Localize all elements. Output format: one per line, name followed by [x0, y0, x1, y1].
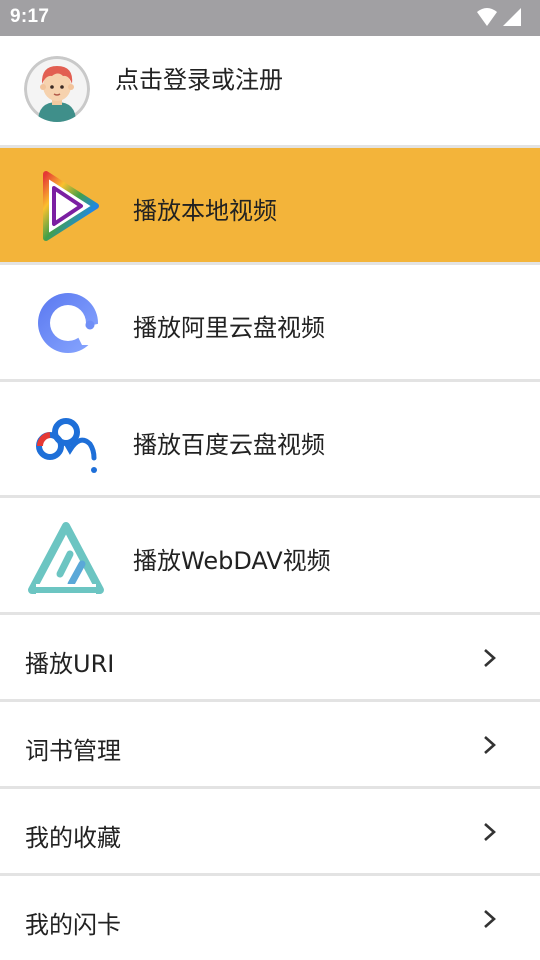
source-label: 播放WebDAV视频 [133, 547, 331, 575]
aliyun-drive-icon [38, 293, 102, 353]
status-time: 9:17 [10, 6, 50, 27]
menu-item-flashcards[interactable]: 我的闪卡 [0, 876, 540, 960]
chevron-right-icon [484, 736, 496, 754]
avatar-boy-icon [24, 56, 90, 122]
login-header[interactable]: 点击登录或注册 [0, 36, 540, 145]
source-baidu-video[interactable]: 播放百度云盘视频 [0, 382, 540, 496]
source-aliyun-video[interactable]: 播放阿里云盘视频 [0, 265, 540, 379]
chevron-right-icon [484, 649, 496, 667]
chevron-right-icon [484, 910, 496, 928]
chevron-right-icon [484, 823, 496, 841]
menu-item-play-uri[interactable]: 播放URI [0, 615, 540, 699]
wifi-icon [477, 8, 497, 26]
source-label: 播放本地视频 [133, 197, 277, 225]
source-label: 播放百度云盘视频 [133, 431, 325, 459]
login-register-link[interactable]: 点击登录或注册 [115, 60, 283, 95]
status-icons [477, 8, 521, 26]
source-local-video[interactable]: 播放本地视频 [0, 148, 540, 262]
menu-item-favorites[interactable]: 我的收藏 [0, 789, 540, 873]
menu-item-label: 我的收藏 [25, 824, 121, 852]
signal-icon [503, 8, 521, 26]
menu-item-label: 词书管理 [25, 737, 121, 765]
status-bar: 9:17 [0, 0, 540, 36]
source-label: 播放阿里云盘视频 [133, 314, 325, 342]
avatar[interactable] [24, 56, 90, 122]
menu-item-label: 我的闪卡 [25, 911, 121, 939]
baidu-cloud-icon [36, 418, 97, 473]
source-webdav-video[interactable]: 播放WebDAV视频 [0, 498, 540, 612]
local-play-icon [43, 171, 99, 241]
webdav-icon [28, 522, 104, 594]
menu-item-wordbook[interactable]: 词书管理 [0, 702, 540, 786]
menu-item-label: 播放URI [25, 650, 115, 678]
